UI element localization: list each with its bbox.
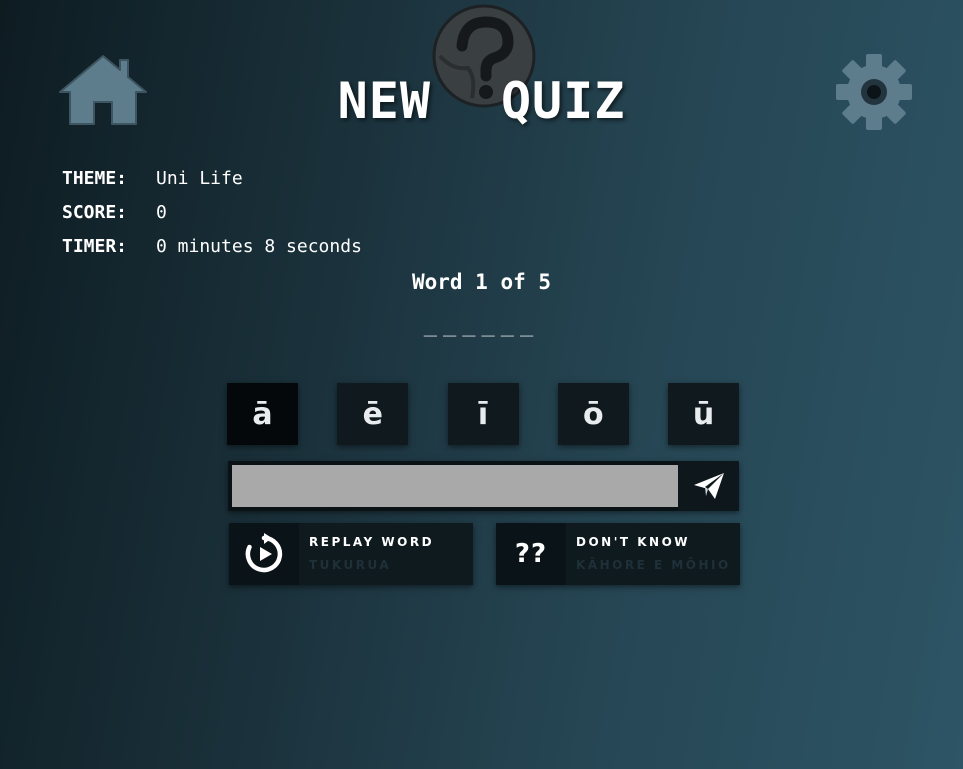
timer-row: TIMER: 0 minutes 8 seconds	[62, 230, 362, 264]
submit-button[interactable]	[678, 461, 739, 511]
replay-word-label: REPLAY WORD	[309, 535, 435, 549]
score-row: SCORE: 0	[62, 196, 362, 230]
page-title: NEW QUIZ	[0, 72, 963, 130]
vowel-button-e[interactable]: ē	[337, 383, 409, 445]
question-marks-icon-box: ??	[496, 523, 566, 585]
replay-word-sublabel: TUKURUA	[309, 558, 392, 572]
theme-label: THEME:	[62, 168, 128, 189]
vowel-button-a[interactable]: ā	[227, 383, 298, 445]
score-label: SCORE:	[62, 202, 128, 223]
question-marks-icon: ??	[514, 539, 548, 569]
settings-button[interactable]	[834, 52, 914, 132]
word-blanks: ______	[423, 312, 540, 337]
score-value: 0	[156, 202, 167, 223]
macron-vowel-bar: ā ē ī ō ū	[227, 383, 739, 445]
title-quiz: QUIZ	[500, 72, 626, 130]
gear-icon	[836, 54, 912, 130]
paper-plane-icon	[693, 473, 724, 499]
word-progress: Word 1 of 5	[411, 270, 552, 294]
timer-value: 0 minutes 8 seconds	[156, 236, 362, 257]
replay-icon	[245, 533, 283, 573]
vowel-button-u[interactable]: ū	[668, 383, 739, 445]
timer-label: TIMER:	[62, 236, 128, 257]
dont-know-label: DON'T KNOW	[576, 535, 691, 549]
dont-know-button[interactable]: ?? DON'T KNOW KĀHORE E MŌHIO	[496, 523, 740, 585]
answer-input[interactable]	[232, 465, 678, 507]
replay-word-button[interactable]: REPLAY WORD TUKURUA	[229, 523, 473, 585]
title-new: NEW	[337, 72, 431, 130]
theme-row: THEME: Uni Life	[62, 162, 362, 196]
vowel-button-o[interactable]: ō	[557, 383, 629, 445]
answer-row	[228, 461, 739, 511]
theme-value: Uni Life	[156, 168, 243, 189]
replay-icon-box	[229, 523, 299, 585]
vowel-button-i[interactable]: ī	[447, 383, 519, 445]
dont-know-sublabel: KĀHORE E MŌHIO	[576, 558, 731, 572]
quiz-info: THEME: Uni Life SCORE: 0 TIMER: 0 minute…	[62, 162, 362, 264]
